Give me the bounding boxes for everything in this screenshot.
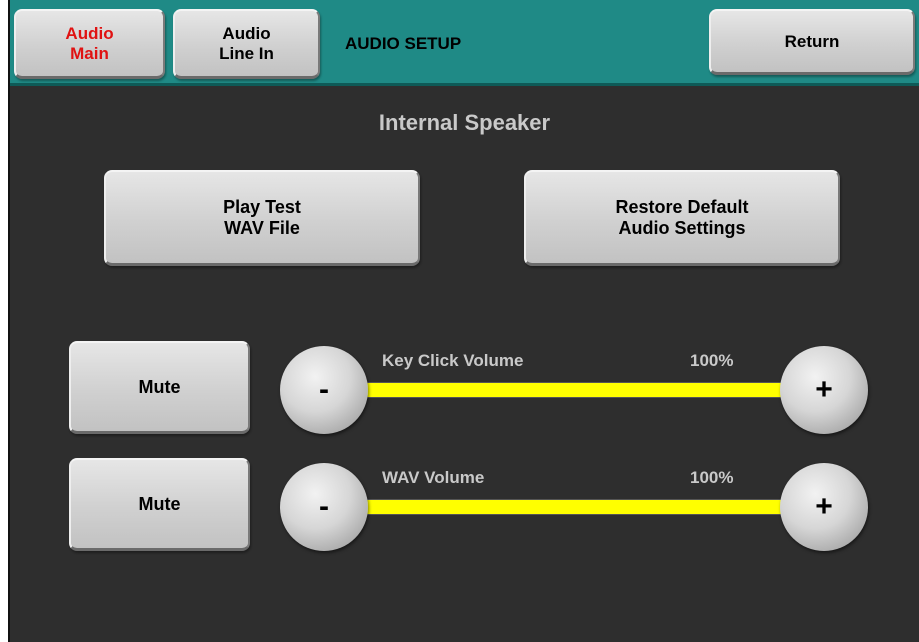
key-click-volume-increase-button[interactable]: + xyxy=(780,346,868,434)
key-click-mute-button[interactable]: Mute xyxy=(69,341,250,434)
section-title: Internal Speaker xyxy=(378,110,551,135)
key-click-volume-label: Key Click Volume xyxy=(382,351,524,370)
wav-volume-percent: 100% xyxy=(690,468,734,487)
wav-volume-increase-button[interactable]: + xyxy=(780,463,868,551)
key-click-volume-bar[interactable] xyxy=(362,382,786,398)
key-click-volume-decrease-button[interactable]: - xyxy=(280,346,368,434)
restore-default-audio-button[interactable]: Restore Default Audio Settings xyxy=(524,170,840,266)
page-title: AUDIO SETUP xyxy=(345,34,462,53)
wav-volume-fill xyxy=(363,500,785,514)
wav-volume-decrease-button[interactable]: - xyxy=(280,463,368,551)
wav-mute-button[interactable]: Mute xyxy=(69,458,250,551)
tab-audio-line-in[interactable]: Audio Line In xyxy=(173,9,320,79)
wav-volume-bar[interactable] xyxy=(362,499,786,515)
return-button[interactable]: Return xyxy=(709,9,915,75)
header-bar: Audio Main Audio Line In AUDIO SETUP Ret… xyxy=(10,0,919,86)
play-test-wav-button[interactable]: Play Test WAV File xyxy=(104,170,420,266)
key-click-volume-percent: 100% xyxy=(690,351,734,370)
audio-setup-screen: Audio Main Audio Line In AUDIO SETUP Ret… xyxy=(8,0,919,642)
wav-volume-label: WAV Volume xyxy=(382,468,485,487)
key-click-volume-fill xyxy=(363,383,785,397)
tab-audio-main[interactable]: Audio Main xyxy=(14,9,165,79)
